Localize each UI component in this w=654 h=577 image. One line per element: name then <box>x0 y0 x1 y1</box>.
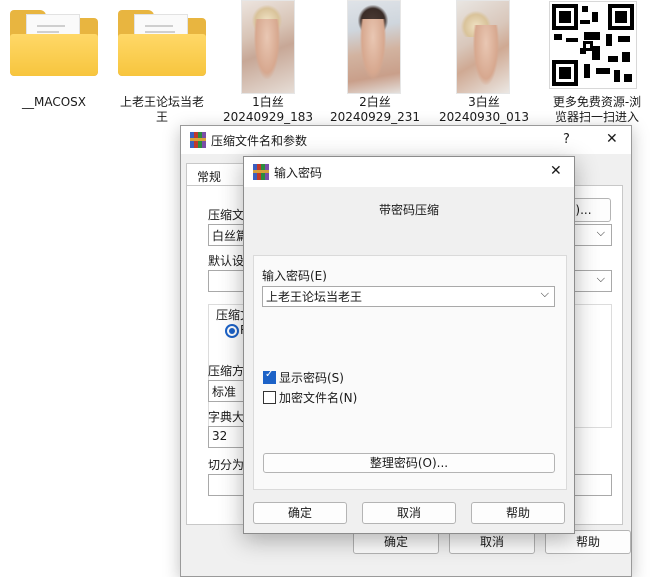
method-value: 标准 <box>212 385 237 399</box>
help-button-label: 帮助 <box>575 535 600 549</box>
image-thumbnail <box>348 1 400 93</box>
folder-icon <box>10 10 98 76</box>
chevron-down-icon: ⌵ <box>596 226 605 239</box>
file-name: 1白丝 20240929_183 <box>223 95 313 124</box>
dictionary-value: 32 <box>212 429 228 443</box>
qr-code-icon <box>550 2 636 88</box>
ok-button-label: 确定 <box>287 506 312 520</box>
dialog-title: 压缩文件名和参数 <box>211 134 308 148</box>
tab-label: 常规 <box>197 170 222 184</box>
winrar-icon <box>253 164 269 180</box>
file-name: 3白丝 20240930_013 <box>439 95 529 124</box>
file-name: 2白丝 20240929_231 <box>330 95 420 124</box>
cancel-button-label: 取消 <box>396 506 421 520</box>
help-button[interactable]: 帮助 <box>471 502 565 524</box>
help-icon[interactable]: ? <box>563 132 570 147</box>
password-panel: 输入密码(E) 上老王论坛当老王 ⌵ ✓ 显示密码(S) 加密文件名(N) 整理… <box>253 255 567 490</box>
file-name: __MACOSX <box>21 95 86 109</box>
password-value: 上老王论坛当老王 <box>266 290 363 304</box>
archive-name-label: 压缩文 <box>208 208 245 222</box>
image-thumbnail <box>457 1 509 93</box>
password-label: 输入密码(E) <box>262 269 327 283</box>
ok-button[interactable]: 确定 <box>253 502 347 524</box>
method-label: 压缩方 <box>208 364 245 378</box>
winrar-icon <box>190 132 206 148</box>
close-icon[interactable]: ✕ <box>606 131 618 147</box>
password-dialog: 输入密码 ✕ 带密码压缩 输入密码(E) 上老王论坛当老王 ⌵ ✓ 显示密码(S… <box>243 156 575 534</box>
encrypt-filenames-label: 加密文件名(N) <box>279 391 358 405</box>
show-password-checkbox[interactable]: ✓ <box>263 369 276 384</box>
file-name: 上老王论坛当老 王 <box>119 95 204 124</box>
split-label: 切分为 <box>208 458 245 472</box>
encrypt-filenames-checkbox[interactable] <box>263 391 276 404</box>
password-input[interactable]: 上老王论坛当老王 ⌵ <box>262 286 555 307</box>
organize-passwords-button[interactable]: 整理密码(O)... <box>263 453 555 473</box>
chevron-down-icon: ⌵ <box>540 287 549 300</box>
organize-button-label: 整理密码(O)... <box>369 456 449 470</box>
help-button-label: 帮助 <box>505 506 530 520</box>
close-icon[interactable]: ✕ <box>550 163 562 179</box>
cancel-button-label: 取消 <box>479 535 504 549</box>
checkmark-icon: ✓ <box>265 369 274 380</box>
ok-button-label: 确定 <box>383 535 408 549</box>
dialog-heading: 带密码压缩 <box>378 203 439 217</box>
default-settings-label: 默认设 <box>208 254 245 268</box>
file-name: 更多免费资源-浏 览器扫一扫进入 <box>552 95 642 124</box>
format-radio[interactable] <box>225 324 239 338</box>
folder-icon <box>118 10 206 76</box>
show-password-label: 显示密码(S) <box>279 371 344 385</box>
dictionary-label: 字典大 <box>208 410 245 424</box>
chevron-down-icon: ⌵ <box>596 272 605 285</box>
title-bar: 输入密码 ✕ <box>244 157 574 187</box>
cancel-button[interactable]: 取消 <box>362 502 456 524</box>
image-thumbnail <box>242 1 294 93</box>
dialog-title: 输入密码 <box>274 166 323 180</box>
title-bar: 压缩文件名和参数 ? ✕ <box>181 126 631 154</box>
